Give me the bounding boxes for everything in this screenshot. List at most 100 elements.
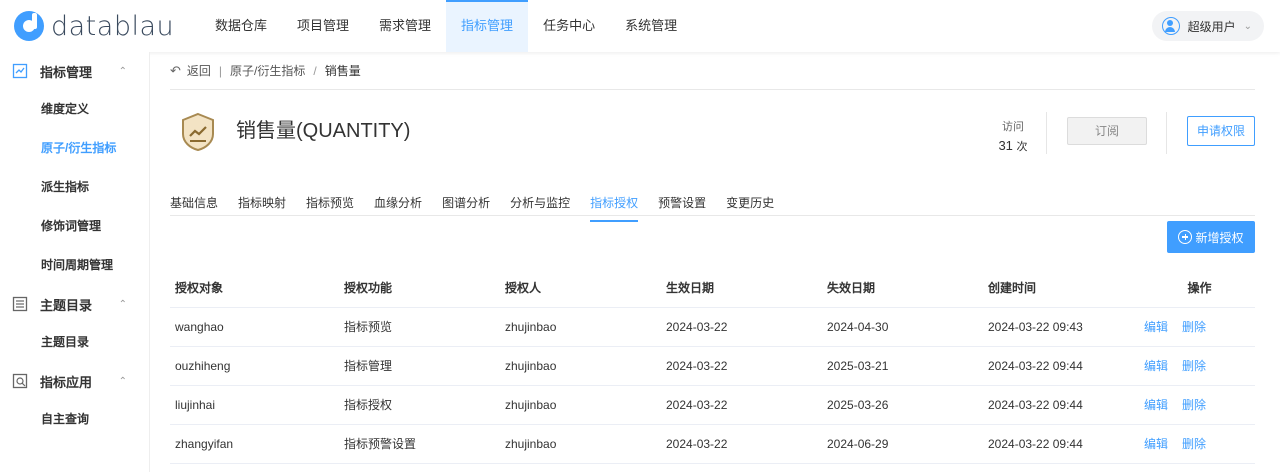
visit-number: 31 bbox=[998, 138, 1013, 153]
nav-item-system-management[interactable]: 系统管理 bbox=[610, 0, 692, 52]
add-authorization-button[interactable]: 新增授权 bbox=[1167, 221, 1255, 253]
table-row: liujinhai 指标授权 zhujinbao 2024-03-22 2025… bbox=[170, 385, 1255, 425]
back-link[interactable]: 返回 bbox=[187, 62, 211, 79]
edit-link[interactable]: 编辑 bbox=[1144, 398, 1168, 412]
user-name: 超级用户 bbox=[1187, 19, 1236, 34]
column-header: 生效日期 bbox=[661, 268, 822, 308]
apply-permission-button[interactable]: 申请权限 bbox=[1187, 116, 1255, 146]
add-authorization-label: 新增授权 bbox=[1195, 230, 1244, 245]
cell-actions: 编辑 删除 bbox=[1144, 346, 1255, 386]
cell-grantee: zhangyifan bbox=[170, 424, 339, 464]
cell-expiry-date: 2024-04-30 bbox=[822, 307, 983, 347]
cell-grantee: liujinhai bbox=[170, 385, 339, 425]
cell-effective-date: 2024-03-22 bbox=[661, 424, 822, 464]
sidebar-group-label: 指标应用 bbox=[40, 374, 93, 390]
sidebar-group-topic-catalog[interactable]: 主题目录 ⌃ bbox=[0, 285, 149, 323]
table-row: wanghao 指标预览 zhujinbao 2024-03-22 2024-0… bbox=[170, 307, 1255, 347]
column-header: 失效日期 bbox=[822, 268, 983, 308]
chevron-up-icon: ⌃ bbox=[118, 298, 127, 310]
delete-link[interactable]: 删除 bbox=[1182, 359, 1206, 373]
cell-actions: 编辑 删除 bbox=[1144, 307, 1255, 347]
sidebar-item-topic-catalog[interactable]: 主题目录 bbox=[0, 323, 149, 362]
sidebar-item-atomic-derived-metrics[interactable]: 原子/衍生指标 bbox=[0, 129, 149, 168]
table-row: ouzhiheng 指标管理 zhujinbao 2024-03-22 2025… bbox=[170, 346, 1255, 386]
cell-grantor: zhujinbao bbox=[500, 346, 661, 386]
cell-grantee: wanghao bbox=[170, 307, 339, 347]
main-content: ↶ 返回 | 原子/衍生指标 / 销售量 销售量(QUANTITY) 访问 31… bbox=[170, 52, 1255, 464]
cell-grantor: zhujinbao bbox=[500, 307, 661, 347]
sidebar-group-metric-management[interactable]: 指标管理 ⌃ bbox=[0, 52, 149, 90]
top-bar: datablau 数据仓库 项目管理 需求管理 指标管理 任务中心 系统管理 超… bbox=[0, 0, 1280, 52]
cell-function: 指标预警设置 bbox=[339, 424, 500, 464]
sidebar-item-modifier-management[interactable]: 修饰词管理 bbox=[0, 207, 149, 246]
sidebar-group-metric-application[interactable]: 指标应用 ⌃ bbox=[0, 362, 149, 400]
user-menu[interactable]: 超级用户 ⌄ bbox=[1151, 11, 1264, 41]
breadcrumb-parent[interactable]: 原子/衍生指标 bbox=[230, 62, 305, 79]
logo[interactable]: datablau bbox=[14, 11, 194, 42]
nav-item-metric-management[interactable]: 指标管理 bbox=[446, 0, 529, 52]
breadcrumb: ↶ 返回 | 原子/衍生指标 / 销售量 bbox=[170, 52, 1255, 90]
metric-shield-icon bbox=[182, 112, 214, 152]
breadcrumb-separator: / bbox=[313, 63, 317, 78]
user-avatar-icon bbox=[1161, 17, 1180, 35]
cell-grantor: zhujinbao bbox=[500, 385, 661, 425]
cell-function: 指标管理 bbox=[339, 346, 500, 386]
nav-item-data-warehouse[interactable]: 数据仓库 bbox=[200, 0, 282, 52]
table-row: zhangyifan 指标预警设置 zhujinbao 2024-03-22 2… bbox=[170, 424, 1255, 464]
cell-effective-date: 2024-03-22 bbox=[661, 307, 822, 347]
cell-grantee: ouzhiheng bbox=[170, 346, 339, 386]
cell-effective-date: 2024-03-22 bbox=[661, 385, 822, 425]
nav-item-task-center[interactable]: 任务中心 bbox=[528, 0, 610, 52]
sidebar: 指标管理 ⌃ 维度定义 原子/衍生指标 派生指标 修饰词管理 时间周期管理 主题… bbox=[0, 52, 150, 472]
application-icon bbox=[12, 373, 28, 389]
cell-effective-date: 2024-03-22 bbox=[661, 346, 822, 386]
cell-expiry-date: 2025-03-26 bbox=[822, 385, 983, 425]
cell-created-time: 2024-03-22 09:44 bbox=[983, 385, 1144, 425]
cell-created-time: 2024-03-22 09:44 bbox=[983, 424, 1144, 464]
sidebar-item-self-service-query[interactable]: 自主查询 bbox=[0, 400, 149, 439]
action-row: 新增授权 bbox=[170, 216, 1255, 268]
edit-link[interactable]: 编辑 bbox=[1144, 320, 1168, 334]
back-arrow-icon[interactable]: ↶ bbox=[170, 63, 181, 79]
authorization-table: 授权对象 授权功能 授权人 生效日期 失效日期 创建时间 操作 wanghao … bbox=[170, 268, 1255, 464]
catalog-icon bbox=[12, 296, 28, 312]
page-title: 销售量(QUANTITY) bbox=[236, 120, 411, 142]
cell-expiry-date: 2025-03-21 bbox=[822, 346, 983, 386]
column-header: 创建时间 bbox=[983, 268, 1144, 308]
cell-created-time: 2024-03-22 09:44 bbox=[983, 346, 1144, 386]
plus-circle-icon bbox=[1178, 230, 1193, 244]
delete-link[interactable]: 删除 bbox=[1182, 320, 1206, 334]
column-header: 授权人 bbox=[500, 268, 661, 308]
sidebar-item-time-period-management[interactable]: 时间周期管理 bbox=[0, 246, 149, 285]
nav-item-project-management[interactable]: 项目管理 bbox=[282, 0, 364, 52]
visit-label: 访问 bbox=[1002, 121, 1024, 133]
chevron-up-icon: ⌃ bbox=[118, 375, 127, 387]
visit-count: 访问 31 次 bbox=[998, 118, 1028, 154]
subscribe-button[interactable]: 订阅 bbox=[1067, 117, 1147, 145]
metric-header: 销售量(QUANTITY) 访问 31 次 订阅 申请权限 bbox=[170, 90, 1255, 178]
column-header: 操作 bbox=[1144, 268, 1255, 308]
sidebar-item-derived-metrics[interactable]: 派生指标 bbox=[0, 168, 149, 207]
cell-expiry-date: 2024-06-29 bbox=[822, 424, 983, 464]
column-header: 授权对象 bbox=[170, 268, 339, 308]
sidebar-item-dimension-definition[interactable]: 维度定义 bbox=[0, 90, 149, 129]
divider bbox=[1166, 112, 1167, 154]
divider bbox=[1046, 112, 1047, 154]
delete-link[interactable]: 删除 bbox=[1182, 437, 1206, 451]
edit-link[interactable]: 编辑 bbox=[1144, 359, 1168, 373]
sidebar-group-label: 指标管理 bbox=[40, 64, 93, 80]
sidebar-group-label: 主题目录 bbox=[40, 297, 93, 313]
cell-function: 指标授权 bbox=[339, 385, 500, 425]
breadcrumb-current: 销售量 bbox=[324, 64, 361, 78]
edit-link[interactable]: 编辑 bbox=[1144, 437, 1168, 451]
nav-item-requirement-management[interactable]: 需求管理 bbox=[364, 0, 446, 52]
top-nav: 数据仓库 项目管理 需求管理 指标管理 任务中心 系统管理 bbox=[200, 0, 692, 52]
cell-created-time: 2024-03-22 09:43 bbox=[983, 307, 1144, 347]
chevron-up-icon: ⌃ bbox=[118, 65, 127, 77]
delete-link[interactable]: 删除 bbox=[1182, 398, 1206, 412]
cell-grantor: zhujinbao bbox=[500, 424, 661, 464]
cell-actions: 编辑 删除 bbox=[1144, 424, 1255, 464]
logo-text: datablau bbox=[51, 10, 175, 42]
cell-actions: 编辑 删除 bbox=[1144, 385, 1255, 425]
breadcrumb-separator: | bbox=[218, 63, 223, 78]
